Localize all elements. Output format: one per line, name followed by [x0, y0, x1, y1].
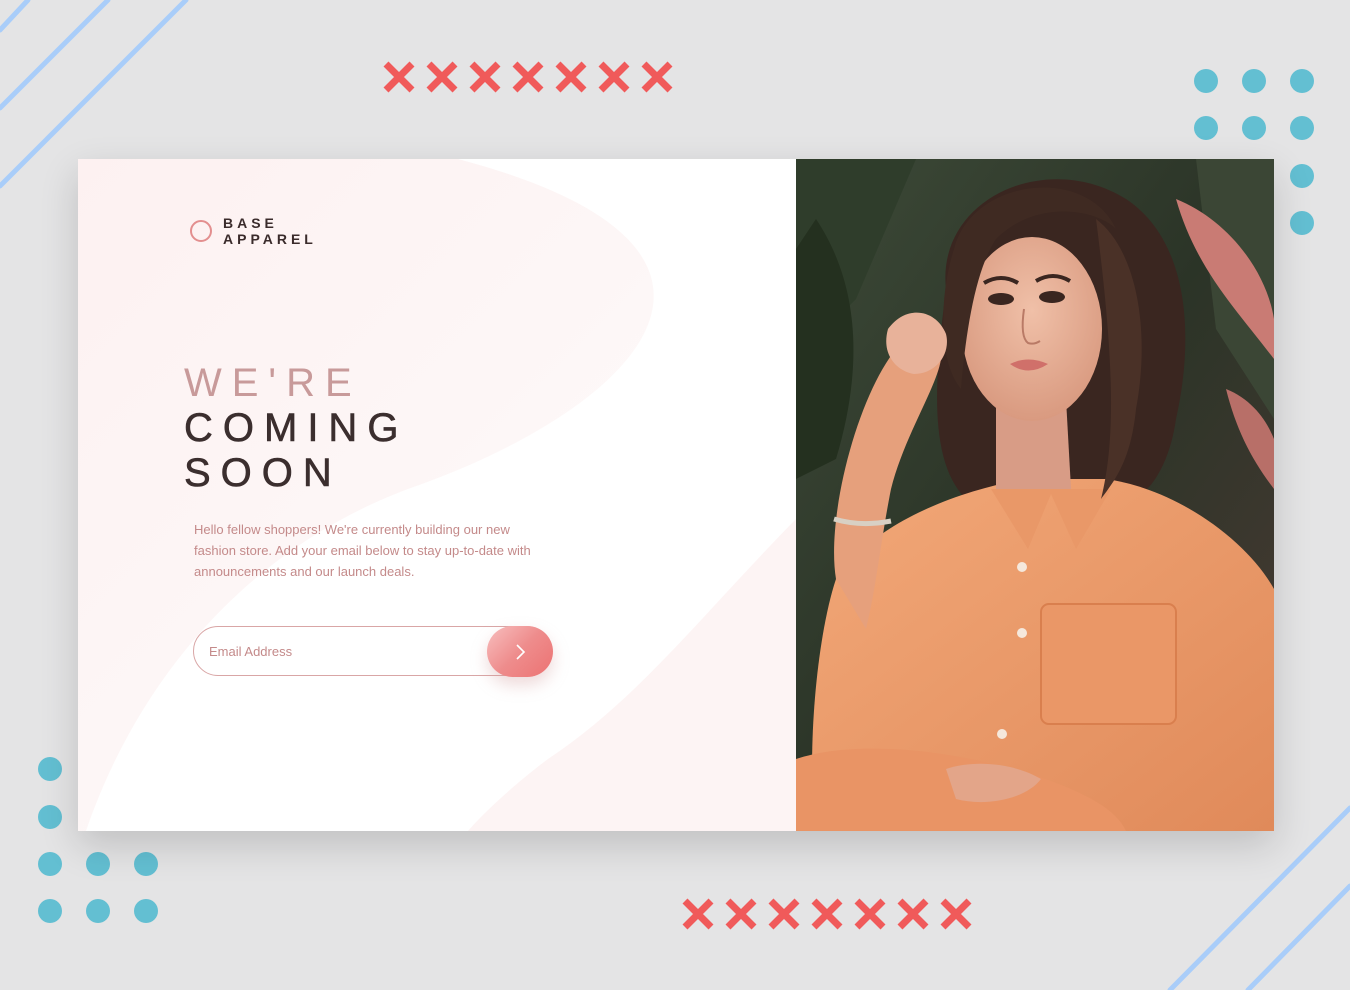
content-panel: BASE APPAREL WE'RE COMING SOON Hello fel… — [78, 159, 796, 831]
dot — [134, 852, 158, 876]
landing-page-card: BASE APPAREL WE'RE COMING SOON Hello fel… — [78, 159, 1274, 831]
cross-icon — [555, 61, 587, 93]
brand-line-2: APPAREL — [223, 231, 317, 247]
dot — [1194, 69, 1218, 93]
brand-line-1: BASE — [223, 215, 278, 231]
dot — [1290, 69, 1314, 93]
cross-icon — [641, 61, 673, 93]
dot — [38, 757, 62, 781]
cross-icon — [598, 61, 630, 93]
dot — [86, 899, 110, 923]
dot — [1290, 164, 1314, 188]
dot — [86, 852, 110, 876]
cross-icon — [512, 61, 544, 93]
dot — [134, 899, 158, 923]
woman-orange-shirt-photo — [796, 159, 1274, 831]
dot — [1194, 116, 1218, 140]
cross-icon — [897, 898, 929, 930]
page-headline: WE'RE COMING SOON — [184, 361, 408, 496]
cross-icon — [768, 898, 800, 930]
cross-icon — [854, 898, 886, 930]
submit-email-button[interactable] — [487, 626, 553, 677]
dot — [38, 805, 62, 829]
dot — [1290, 211, 1314, 235]
cross-icon — [940, 898, 972, 930]
headline-line-2: COMING — [184, 406, 409, 451]
cross-icon — [469, 61, 501, 93]
headline-line-1: WE'RE — [184, 361, 362, 405]
hero-image — [796, 159, 1274, 831]
cross-pattern-top — [381, 59, 675, 95]
logo-ring-icon — [190, 220, 212, 242]
intro-description: Hello fellow shoppers! We're currently b… — [194, 522, 531, 579]
email-signup-form — [193, 626, 553, 678]
cross-icon — [811, 898, 843, 930]
cross-icon — [426, 61, 458, 93]
headline-line-3: SOON — [184, 451, 342, 496]
cross-icon — [682, 898, 714, 930]
cross-pattern-bottom — [680, 896, 974, 932]
brand-wordmark: BASE APPAREL — [223, 215, 317, 247]
dot — [38, 852, 62, 876]
dot — [1242, 69, 1266, 93]
dot — [1290, 116, 1314, 140]
brand-logo[interactable]: BASE APPAREL — [190, 215, 317, 247]
cross-icon — [383, 61, 415, 93]
chevron-right-icon — [516, 643, 526, 660]
dot — [38, 899, 62, 923]
cross-icon — [725, 898, 757, 930]
dot — [1242, 116, 1266, 140]
